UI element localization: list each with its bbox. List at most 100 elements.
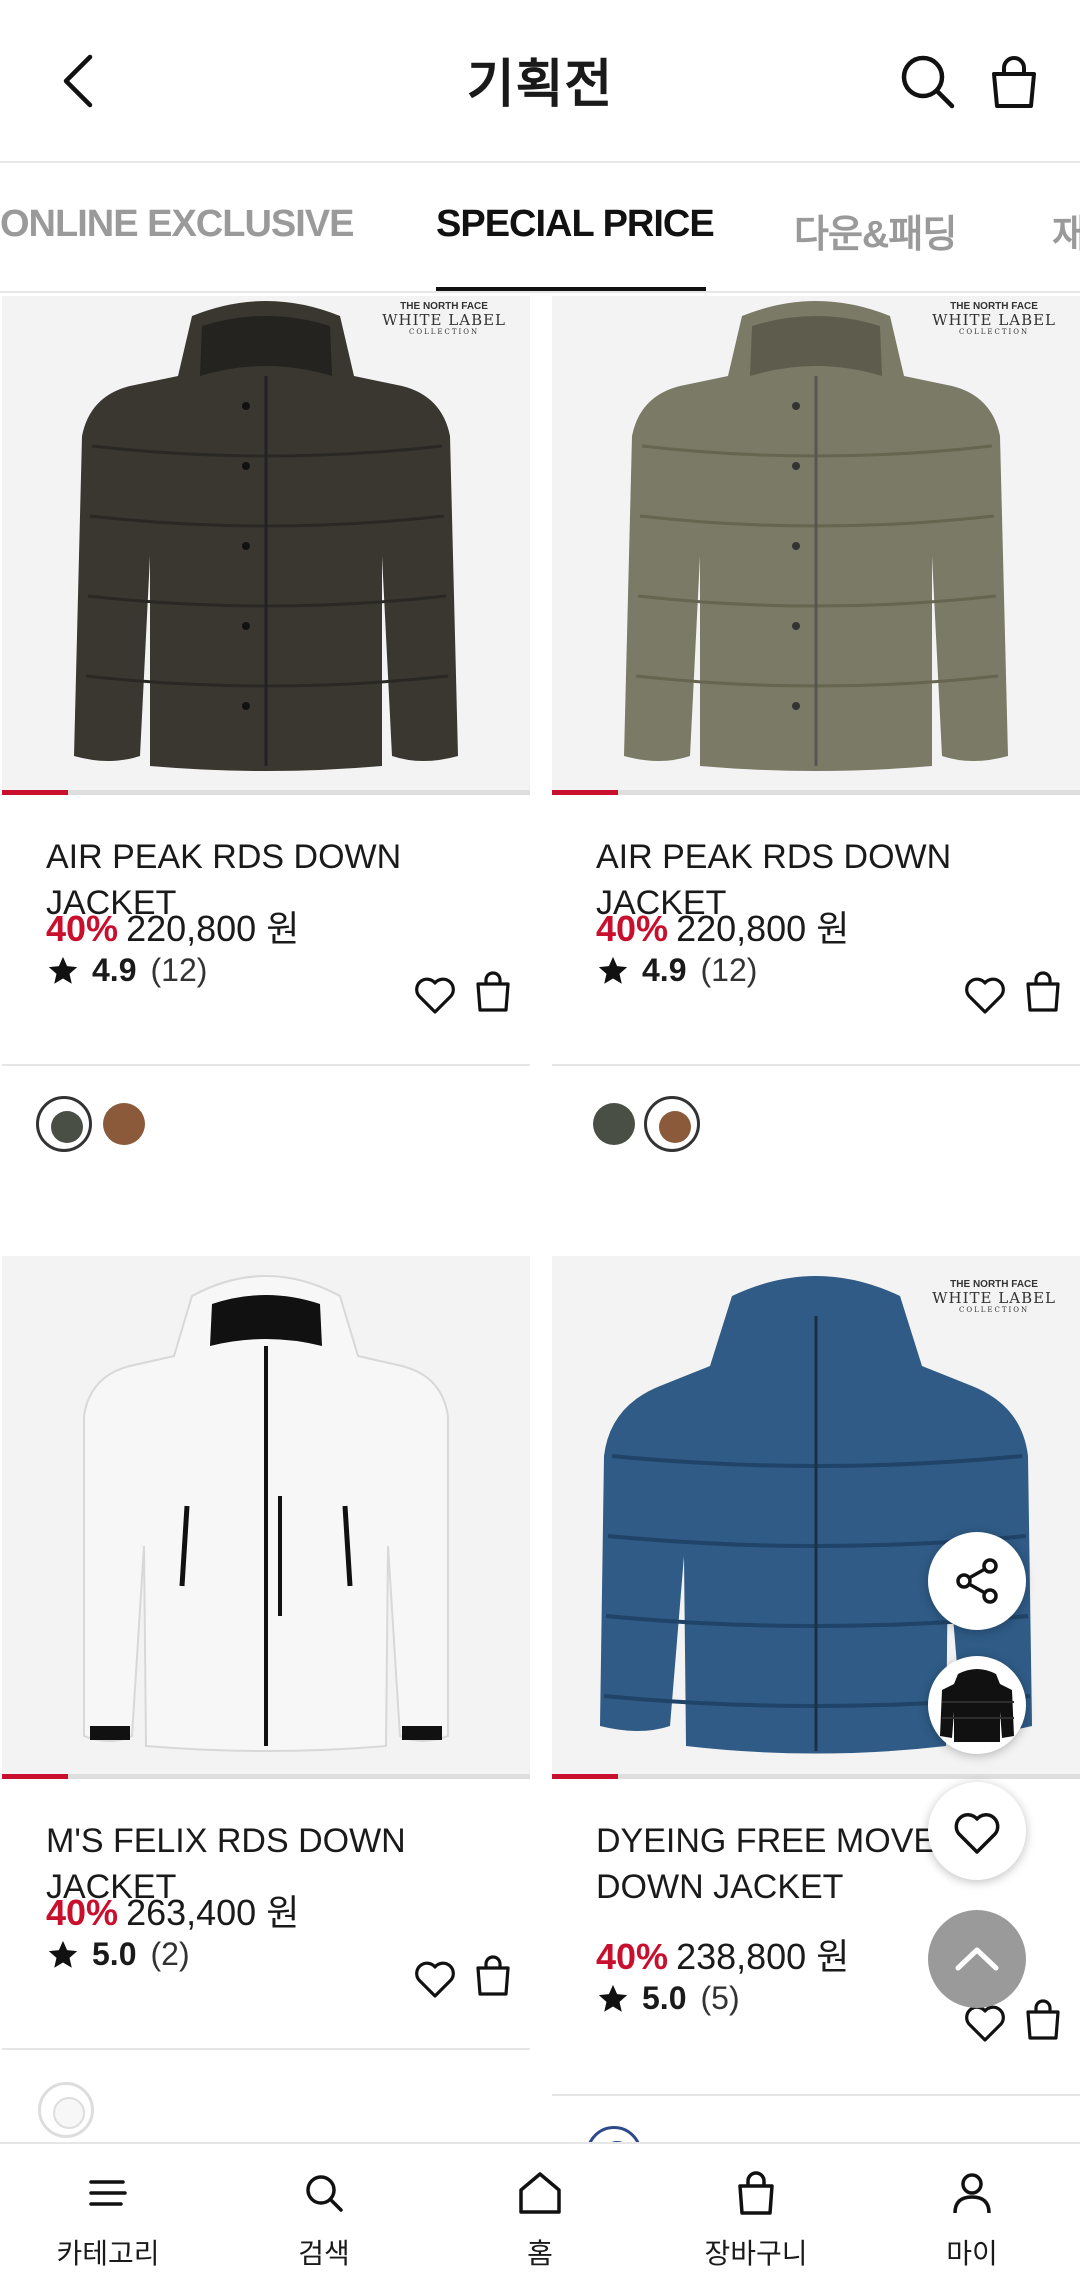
wishlist-float-button[interactable] <box>928 1782 1026 1880</box>
bag-icon <box>476 1955 510 1996</box>
brand-text: WHITE LABEL <box>932 311 1056 329</box>
color-swatch[interactable] <box>96 1096 152 1152</box>
menu-icon <box>89 2180 127 2206</box>
tab-down-padding[interactable]: 다운&패딩 <box>794 203 957 258</box>
white-label-logo: THE NORTH FACE WHITE LABEL COLLECTION <box>382 302 506 337</box>
divider <box>2 1064 530 1066</box>
share-icon <box>956 1558 998 1604</box>
recent-product-thumbnail <box>940 1669 1014 1742</box>
wishlist-button[interactable] <box>412 972 458 1018</box>
heart-icon <box>965 977 1005 1014</box>
divider <box>2 2048 530 2050</box>
sale-price: 220,800 원 <box>676 908 850 949</box>
recent-item-button[interactable] <box>928 1656 1026 1754</box>
bag-icon <box>738 2171 774 2215</box>
rating-score: 5.0 <box>642 1980 687 2016</box>
share-button[interactable] <box>928 1532 1026 1630</box>
jacket-image <box>83 1275 449 1752</box>
swatch-color <box>53 2097 85 2129</box>
category-tabs: ONLINE EXCLUSIVE SPECIAL PRICE 다운&패딩 재 <box>0 165 1080 293</box>
color-swatch-selected[interactable] <box>38 2082 94 2138</box>
tab-next[interactable]: 재 <box>1052 203 1080 258</box>
rating-score: 4.9 <box>92 952 137 988</box>
price-row: 40% 263,400 원 <box>46 1884 299 1936</box>
review-count: (2) <box>150 1936 190 1972</box>
nav-home[interactable]: 홈 <box>432 2144 648 2284</box>
add-to-cart-button[interactable] <box>470 1952 516 1998</box>
add-to-cart-button[interactable] <box>1020 1996 1066 2042</box>
star-icon <box>598 1984 628 2012</box>
color-swatch-selected[interactable] <box>36 1096 92 1152</box>
wishlist-button[interactable] <box>412 1956 458 2002</box>
search-icon <box>306 2175 343 2212</box>
color-swatch-selected[interactable] <box>644 1096 700 1152</box>
brand-text: COLLECTION <box>408 328 480 336</box>
discount-rate: 40% <box>596 1936 669 1977</box>
bottom-navigation: 카테고리 검색 홈 장바구니 마이 <box>0 2142 1080 2284</box>
heart-icon <box>954 1813 1000 1854</box>
sale-price: 238,800 원 <box>676 1936 850 1977</box>
active-tab-indicator <box>436 287 706 291</box>
rating-score: 4.9 <box>642 952 687 988</box>
jacket-image <box>74 301 458 771</box>
nav-cart[interactable]: 장바구니 <box>648 2144 864 2284</box>
sale-price: 220,800 원 <box>126 908 300 949</box>
swatch-color <box>103 1103 145 1145</box>
product-image[interactable]: THE NORTH FACE WHITE LABEL COLLECTION <box>552 296 1080 790</box>
color-swatch[interactable] <box>586 1096 642 1152</box>
person-icon <box>953 2173 991 2214</box>
wishlist-button[interactable] <box>962 972 1008 1018</box>
rating-row: 5.0 (2) <box>46 1936 190 1973</box>
nav-my[interactable]: 마이 <box>864 2144 1080 2284</box>
nav-label: 장바구니 <box>704 2237 808 2270</box>
search-button[interactable] <box>896 50 960 114</box>
rating-row: 5.0 (5) <box>596 1980 740 2017</box>
swatch-color <box>659 1111 691 1143</box>
sale-price: 263,400 원 <box>126 1892 300 1933</box>
scroll-to-top-button[interactable] <box>928 1910 1026 2008</box>
tab-online-exclusive[interactable]: ONLINE EXCLUSIVE <box>0 203 354 246</box>
brand-text: WHITE LABEL <box>932 1289 1056 1307</box>
review-count: (5) <box>700 1980 740 2016</box>
star-icon <box>598 956 628 984</box>
app-header: 기획전 <box>0 0 1080 163</box>
add-to-cart-button[interactable] <box>1020 968 1066 1014</box>
rating-row: 4.9 (12) <box>46 952 207 989</box>
heart-icon <box>415 977 455 1014</box>
image-carousel-progress <box>552 790 1080 795</box>
white-label-logo: THE NORTH FACE WHITE LABEL COLLECTION <box>932 1280 1056 1315</box>
discount-rate: 40% <box>46 1892 119 1933</box>
jacket-image <box>624 301 1008 771</box>
review-count: (12) <box>150 952 208 988</box>
image-carousel-progress <box>2 790 530 795</box>
image-carousel-progress <box>552 1774 1080 1779</box>
discount-rate: 40% <box>596 908 669 949</box>
star-icon <box>48 956 78 984</box>
product-image[interactable]: THE NORTH FACE WHITE LABEL COLLECTION <box>2 296 530 790</box>
white-label-logo: THE NORTH FACE WHITE LABEL COLLECTION <box>932 302 1056 337</box>
chevron-up-icon <box>955 1947 999 1971</box>
brand-text: COLLECTION <box>958 328 1030 336</box>
add-to-cart-button[interactable] <box>470 968 516 1014</box>
review-count: (12) <box>700 952 758 988</box>
swatch-color <box>593 1103 635 1145</box>
nav-category[interactable]: 카테고리 <box>0 2144 216 2284</box>
nav-label: 카테고리 <box>56 2237 160 2270</box>
star-icon <box>48 1940 78 1968</box>
nav-label: 마이 <box>946 2237 998 2270</box>
swatch-color <box>51 1111 83 1143</box>
price-row: 40% 220,800 원 <box>596 900 849 952</box>
image-carousel-progress <box>2 1774 530 1779</box>
nav-label: 홈 <box>527 2237 553 2270</box>
shopping-bag-button[interactable] <box>982 50 1046 114</box>
search-icon <box>901 55 955 109</box>
home-icon <box>519 2172 561 2214</box>
price-row: 40% 238,800 원 <box>596 1928 849 1980</box>
product-image[interactable] <box>2 1256 530 1774</box>
nav-search[interactable]: 검색 <box>216 2144 432 2284</box>
nav-label: 검색 <box>298 2237 350 2270</box>
bag-icon <box>1026 971 1060 1012</box>
tab-special-price[interactable]: SPECIAL PRICE <box>436 203 715 246</box>
divider <box>552 2094 1080 2096</box>
rating-row: 4.9 (12) <box>596 952 757 989</box>
